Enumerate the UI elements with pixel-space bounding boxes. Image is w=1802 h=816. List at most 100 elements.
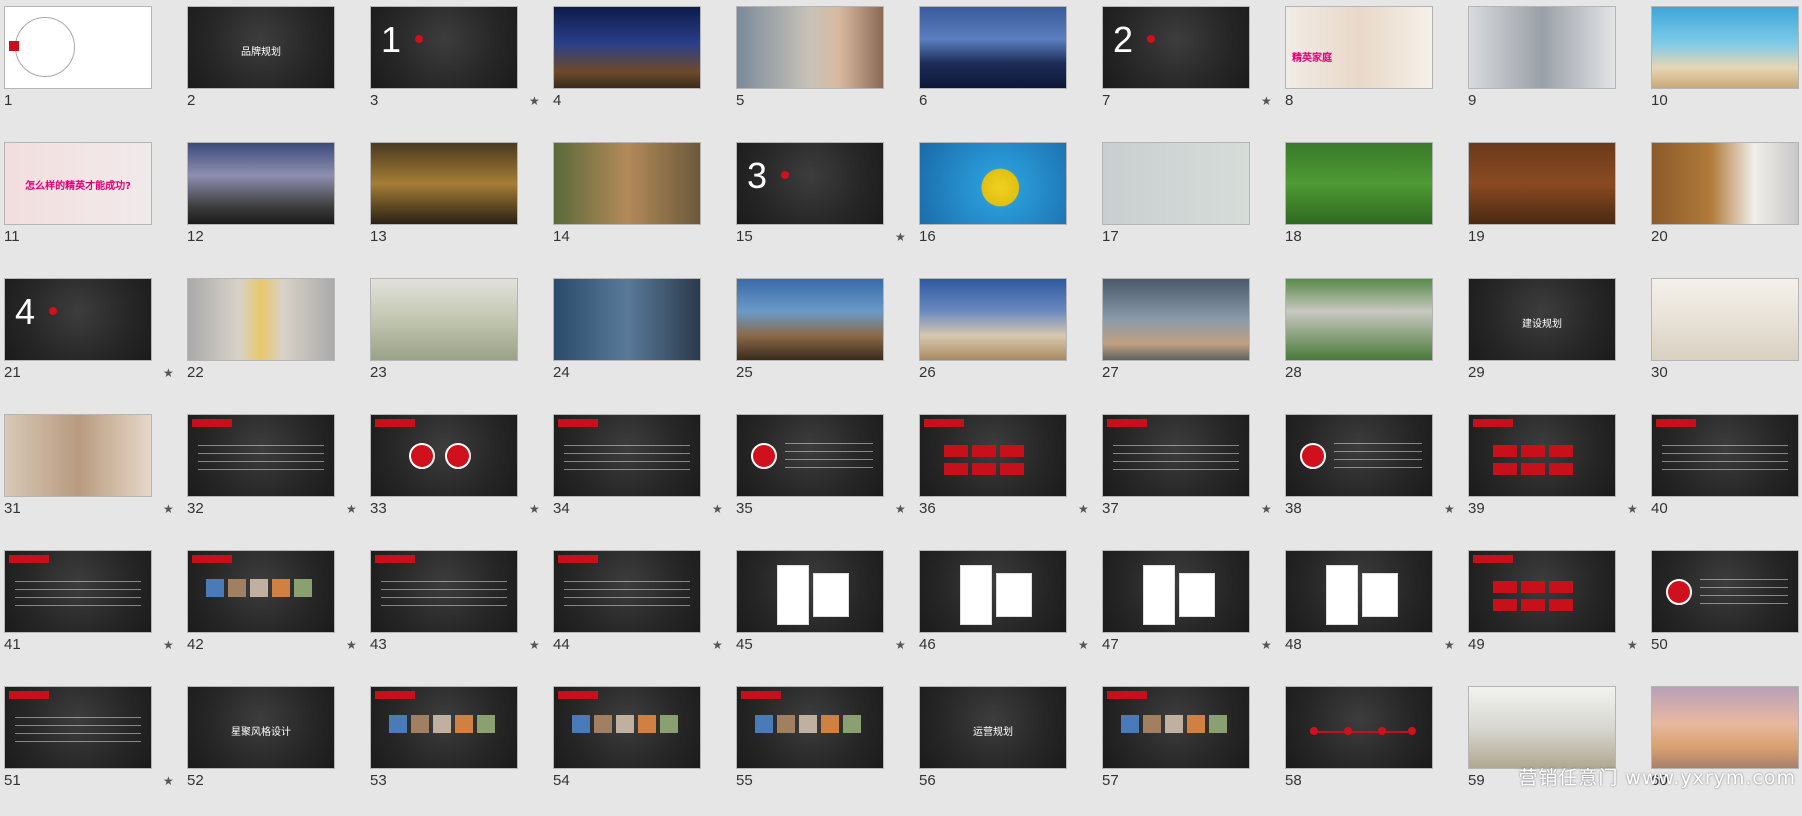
slide-thumbnail[interactable]	[553, 550, 701, 633]
slide-thumbnail[interactable]	[1651, 414, 1799, 497]
slide-cell[interactable]: 6	[915, 0, 1098, 136]
slide-cell[interactable]: 35 ★	[732, 408, 915, 544]
slide-cell[interactable]: 60	[1647, 680, 1802, 816]
slide-thumbnail[interactable]	[919, 142, 1067, 225]
slide-cell[interactable]: 30★	[1647, 272, 1802, 408]
slide-cell[interactable]: 17	[1098, 136, 1281, 272]
slide-thumbnail[interactable]	[553, 142, 701, 225]
slide-cell[interactable]: 59	[1464, 680, 1647, 816]
slide-cell[interactable]: 27	[1098, 272, 1281, 408]
slide-thumbnail[interactable]	[370, 142, 518, 225]
slide-thumbnail[interactable]	[1468, 142, 1616, 225]
slide-thumbnail[interactable]	[736, 414, 884, 497]
slide-cell[interactable]: 49 ★	[1464, 544, 1647, 680]
slide-thumbnail[interactable]: 怎么样的精英才能成功?	[4, 142, 152, 225]
slide-thumbnail[interactable]: 建设规划	[1468, 278, 1616, 361]
slide-thumbnail[interactable]	[1285, 142, 1433, 225]
slide-cell[interactable]: 22	[183, 272, 366, 408]
slide-cell[interactable]: 36 ★	[915, 408, 1098, 544]
slide-cell[interactable]: 5	[732, 0, 915, 136]
slide-cell[interactable]: 32 ★	[183, 408, 366, 544]
slide-thumbnail[interactable]	[370, 278, 518, 361]
slide-thumbnail[interactable]	[1468, 550, 1616, 633]
slide-thumbnail[interactable]: 3	[736, 142, 884, 225]
slide-thumbnail[interactable]	[187, 142, 335, 225]
slide-thumbnail[interactable]	[553, 414, 701, 497]
slide-cell[interactable]: 54	[549, 680, 732, 816]
slide-thumbnail[interactable]	[1102, 414, 1250, 497]
slide-thumbnail[interactable]	[736, 686, 884, 769]
slide-thumbnail[interactable]	[4, 414, 152, 497]
slide-cell[interactable]: 40★	[1647, 408, 1802, 544]
slide-cell[interactable]: 39 ★	[1464, 408, 1647, 544]
slide-thumbnail[interactable]	[1468, 6, 1616, 89]
slide-thumbnail[interactable]	[187, 278, 335, 361]
slide-cell[interactable]: 43 ★	[366, 544, 549, 680]
slide-cell[interactable]: 20	[1647, 136, 1802, 272]
slide-cell[interactable]: 13	[366, 136, 549, 272]
slide-thumbnail[interactable]	[370, 686, 518, 769]
slide-thumbnail[interactable]	[1285, 414, 1433, 497]
slide-thumbnail[interactable]	[553, 686, 701, 769]
slide-cell[interactable]: 48 ★	[1281, 544, 1464, 680]
slide-thumbnail[interactable]	[736, 550, 884, 633]
slide-thumbnail[interactable]	[553, 278, 701, 361]
slide-thumbnail[interactable]	[4, 550, 152, 633]
slide-cell[interactable]: 3 15 ★	[732, 136, 915, 272]
slide-cell[interactable]: 4 21 ★	[0, 272, 183, 408]
slide-cell[interactable]: 1	[0, 0, 183, 136]
slide-cell[interactable]: 1 3 ★	[366, 0, 549, 136]
slide-cell[interactable]: 14	[549, 136, 732, 272]
slide-cell[interactable]: 12	[183, 136, 366, 272]
slide-cell[interactable]: 9	[1464, 0, 1647, 136]
slide-thumbnail[interactable]	[187, 414, 335, 497]
slide-cell[interactable]: 46 ★	[915, 544, 1098, 680]
slide-cell[interactable]: 53	[366, 680, 549, 816]
slide-cell[interactable]: 42 ★	[183, 544, 366, 680]
slide-thumbnail[interactable]	[187, 550, 335, 633]
slide-thumbnail[interactable]: 星聚风格设计	[187, 686, 335, 769]
slide-cell[interactable]: 16	[915, 136, 1098, 272]
slide-thumbnail[interactable]: 精英家庭	[1285, 6, 1433, 89]
slide-cell[interactable]: 建设规划 29	[1464, 272, 1647, 408]
slide-cell[interactable]: 18	[1281, 136, 1464, 272]
slide-thumbnail[interactable]	[1102, 686, 1250, 769]
slide-thumbnail[interactable]	[4, 686, 152, 769]
slide-thumbnail[interactable]	[1285, 686, 1433, 769]
slide-thumbnail[interactable]	[736, 278, 884, 361]
slide-thumbnail[interactable]	[1102, 142, 1250, 225]
slide-cell[interactable]: 55	[732, 680, 915, 816]
slide-thumbnail[interactable]	[919, 550, 1067, 633]
slide-cell[interactable]: 19	[1464, 136, 1647, 272]
slide-cell[interactable]: 34 ★	[549, 408, 732, 544]
slide-cell[interactable]: 25	[732, 272, 915, 408]
slide-thumbnail[interactable]	[919, 278, 1067, 361]
slide-thumbnail[interactable]	[4, 6, 152, 89]
slide-thumbnail[interactable]: 品牌规划	[187, 6, 335, 89]
slide-cell[interactable]: 运营规划 56	[915, 680, 1098, 816]
slide-cell[interactable]: 51 ★	[0, 680, 183, 816]
slide-thumbnail[interactable]	[736, 6, 884, 89]
slide-cell[interactable]: 41 ★	[0, 544, 183, 680]
slide-thumbnail[interactable]	[1651, 686, 1799, 769]
slide-thumbnail[interactable]	[553, 6, 701, 89]
slide-cell[interactable]: 星聚风格设计 52	[183, 680, 366, 816]
slide-cell[interactable]: 37 ★	[1098, 408, 1281, 544]
slide-cell[interactable]: 26	[915, 272, 1098, 408]
slide-cell[interactable]: 精英家庭 8	[1281, 0, 1464, 136]
slide-cell[interactable]: 4	[549, 0, 732, 136]
slide-thumbnail[interactable]	[1651, 278, 1799, 361]
slide-thumbnail[interactable]	[1651, 550, 1799, 633]
slide-cell[interactable]: 品牌规划 2	[183, 0, 366, 136]
slide-cell[interactable]: 57	[1098, 680, 1281, 816]
slide-thumbnail[interactable]	[919, 414, 1067, 497]
slide-cell[interactable]: 44 ★	[549, 544, 732, 680]
slide-thumbnail[interactable]	[919, 6, 1067, 89]
slide-cell[interactable]: 23	[366, 272, 549, 408]
slide-thumbnail[interactable]: 1	[370, 6, 518, 89]
slide-cell[interactable]: 50★	[1647, 544, 1802, 680]
slide-thumbnail[interactable]	[1468, 414, 1616, 497]
slide-cell[interactable]: 怎么样的精英才能成功? 11	[0, 136, 183, 272]
slide-cell[interactable]: 58	[1281, 680, 1464, 816]
slide-cell[interactable]: 31 ★	[0, 408, 183, 544]
